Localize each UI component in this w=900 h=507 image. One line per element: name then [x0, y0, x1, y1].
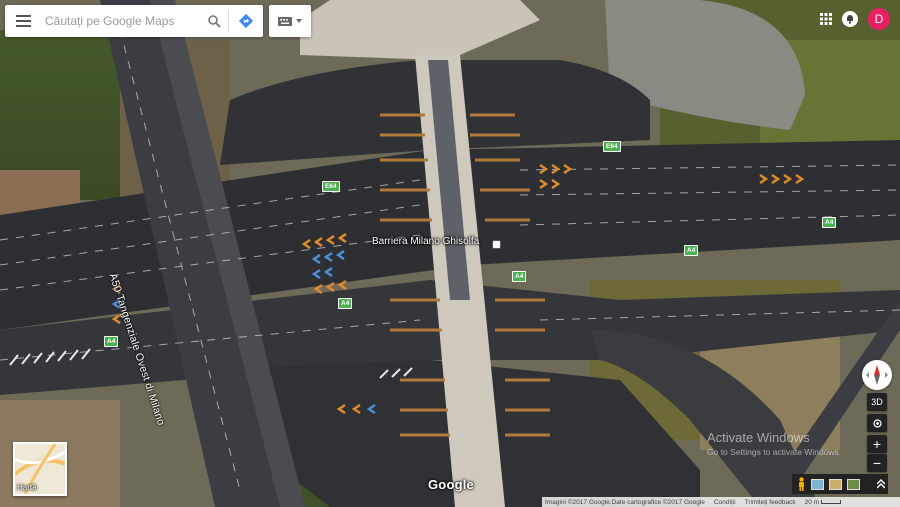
compass-icon: [866, 365, 888, 385]
expand-up-icon[interactable]: [877, 479, 885, 489]
account-avatar[interactable]: D: [868, 8, 890, 30]
scale-label: 20 m: [804, 498, 820, 506]
windows-activation-watermark: Activate Windows Go to Settings to activ…: [707, 430, 841, 457]
scale-bar: [820, 499, 841, 504]
imagery-thumb-icon[interactable]: [811, 478, 824, 490]
search-button[interactable]: [200, 5, 228, 37]
hamburger-icon: [15, 15, 31, 27]
compass-button[interactable]: [862, 360, 892, 390]
zoom-in-button[interactable]: +: [867, 435, 887, 453]
highway-shield-a4: A4: [512, 271, 527, 282]
highway-shield-a4: A4: [104, 336, 119, 347]
input-tools-button[interactable]: [269, 5, 311, 37]
my-location-button[interactable]: [867, 414, 887, 432]
watermark-subtitle: Go to Settings to activate Windows.: [707, 447, 842, 457]
terms-link[interactable]: Condiții: [714, 499, 736, 506]
apps-grid-icon[interactable]: [820, 13, 832, 25]
highway-shield-a4: A4: [338, 298, 353, 309]
place-label[interactable]: Barriera Milano Ghisolfa: [372, 236, 502, 249]
search-box: [5, 5, 263, 37]
place-pin-icon: [492, 240, 502, 249]
tilt-3d-button[interactable]: 3D: [867, 393, 887, 411]
attribution-text: Imagini ©2017 Google,Date cartografice ©…: [545, 498, 705, 506]
menu-button[interactable]: [5, 5, 41, 37]
map-footer: Imagini ©2017 Google,Date cartografice ©…: [542, 497, 900, 507]
search-input[interactable]: [41, 14, 200, 28]
scale-indicator[interactable]: 20 m: [805, 499, 841, 506]
place-name: Barriera Milano Ghisolfa: [372, 236, 480, 247]
imagery-thumb-icon[interactable]: [847, 478, 860, 490]
map-type-toggle[interactable]: Hartă: [13, 442, 67, 496]
notifications-icon[interactable]: [842, 11, 858, 27]
map-type-label: Hartă: [17, 483, 37, 492]
street-view-bar: [792, 474, 888, 494]
chevron-down-icon: [296, 19, 302, 23]
highway-shield-e64: E64: [322, 181, 340, 192]
highway-shield-a4: A4: [822, 217, 837, 228]
directions-button[interactable]: [229, 5, 263, 37]
highway-shield-a4: A4: [684, 245, 699, 256]
location-crosshair-icon: [872, 418, 882, 428]
google-logo: Google: [428, 477, 474, 492]
account-area: D: [820, 8, 890, 30]
watermark-title: Activate Windows: [707, 430, 810, 445]
directions-icon: [238, 13, 254, 29]
feedback-link[interactable]: Trimiteți feedback: [745, 499, 796, 506]
zoom-out-button[interactable]: −: [867, 454, 887, 472]
search-icon: [207, 14, 221, 28]
imagery-thumb-icon[interactable]: [829, 478, 842, 490]
keyboard-icon: [278, 16, 292, 26]
highway-shield-e64: E64: [603, 141, 621, 152]
pegman-icon[interactable]: [797, 477, 806, 491]
